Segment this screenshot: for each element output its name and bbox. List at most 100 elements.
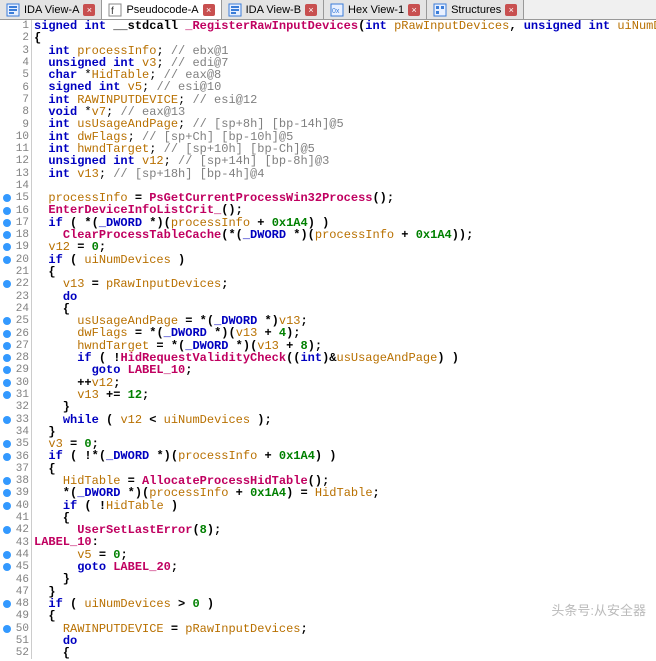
gutter-row[interactable]: 15	[0, 192, 31, 204]
code-line[interactable]: goto LABEL_10;	[34, 364, 656, 376]
code-line[interactable]: v13 = pRawInputDevices;	[34, 278, 656, 290]
code-line[interactable]: do	[34, 635, 656, 647]
breakpoint-dot[interactable]	[3, 354, 11, 362]
gutter-row[interactable]: 46	[0, 573, 31, 585]
code-line[interactable]: do	[34, 291, 656, 303]
gutter-row[interactable]: 25	[0, 315, 31, 327]
breakpoint-dot[interactable]	[3, 551, 11, 559]
code-line[interactable]: }	[34, 426, 656, 438]
code-line[interactable]: int v13; // [sp+18h] [bp-4h]@4	[34, 168, 656, 180]
code-line[interactable]: goto LABEL_20;	[34, 561, 656, 573]
gutter-row[interactable]: 22	[0, 278, 31, 290]
breakpoint-dot[interactable]	[3, 194, 11, 202]
gutter-row[interactable]: 19	[0, 241, 31, 253]
gutter-row[interactable]: 47	[0, 586, 31, 598]
breakpoint-dot[interactable]	[3, 366, 11, 374]
breakpoint-dot[interactable]	[3, 489, 11, 497]
breakpoint-dot[interactable]	[3, 219, 11, 227]
breakpoint-dot[interactable]	[3, 625, 11, 633]
code-line[interactable]: ClearProcessTableCache(*(_DWORD *)(proce…	[34, 229, 656, 241]
gutter-row[interactable]: 39	[0, 487, 31, 499]
close-icon[interactable]: ×	[505, 4, 517, 16]
gutter-row[interactable]: 4	[0, 57, 31, 69]
gutter-row[interactable]: 41	[0, 512, 31, 524]
gutter-row[interactable]: 10	[0, 131, 31, 143]
close-icon[interactable]: ×	[203, 4, 215, 16]
code-line[interactable]: UserSetLastError(8);	[34, 524, 656, 536]
tab-ida-view-a[interactable]: IDA View-A×	[0, 0, 102, 19]
gutter-row[interactable]: 44	[0, 549, 31, 561]
gutter-row[interactable]: 40	[0, 500, 31, 512]
code-line[interactable]: {	[34, 647, 656, 659]
gutter-row[interactable]: 14	[0, 180, 31, 192]
gutter-row[interactable]: 9	[0, 118, 31, 130]
breakpoint-dot[interactable]	[3, 502, 11, 510]
code-line[interactable]: if ( uiNumDevices )	[34, 254, 656, 266]
gutter-row[interactable]: 16	[0, 204, 31, 216]
breakpoint-dot[interactable]	[3, 379, 11, 387]
gutter-row[interactable]: 49	[0, 610, 31, 622]
breakpoint-dot[interactable]	[3, 416, 11, 424]
tab-hex-view-1[interactable]: 0xHex View-1×	[324, 0, 427, 19]
breakpoint-dot[interactable]	[3, 563, 11, 571]
gutter-row[interactable]: 27	[0, 340, 31, 352]
code-line[interactable]: v13 += 12;	[34, 389, 656, 401]
gutter-row[interactable]: 34	[0, 426, 31, 438]
gutter-row[interactable]: 18	[0, 229, 31, 241]
gutter-row[interactable]: 30	[0, 377, 31, 389]
close-icon[interactable]: ×	[305, 4, 317, 16]
gutter-row[interactable]: 37	[0, 463, 31, 475]
gutter-row[interactable]: 29	[0, 364, 31, 376]
gutter-row[interactable]: 23	[0, 291, 31, 303]
gutter-row[interactable]: 21	[0, 266, 31, 278]
gutter-row[interactable]: 7	[0, 94, 31, 106]
gutter-row[interactable]: 33	[0, 414, 31, 426]
gutter-row[interactable]: 20	[0, 254, 31, 266]
gutter-row[interactable]: 42	[0, 524, 31, 536]
gutter-row[interactable]: 32	[0, 401, 31, 413]
gutter-row[interactable]: 6	[0, 81, 31, 93]
gutter-row[interactable]: 38	[0, 475, 31, 487]
gutter-row[interactable]: 17	[0, 217, 31, 229]
gutter-row[interactable]: 5	[0, 69, 31, 81]
gutter-row[interactable]: 50	[0, 623, 31, 635]
breakpoint-dot[interactable]	[3, 330, 11, 338]
breakpoint-dot[interactable]	[3, 342, 11, 350]
tab-pseudocode-a[interactable]: fPseudocode-A×	[102, 0, 221, 19]
close-icon[interactable]: ×	[408, 4, 420, 16]
close-icon[interactable]: ×	[83, 4, 95, 16]
breakpoint-dot[interactable]	[3, 243, 11, 251]
gutter-row[interactable]: 45	[0, 561, 31, 573]
gutter-row[interactable]: 52	[0, 647, 31, 659]
breakpoint-dot[interactable]	[3, 231, 11, 239]
tab-ida-view-b[interactable]: IDA View-B×	[222, 0, 324, 19]
breakpoint-dot[interactable]	[3, 440, 11, 448]
gutter-row[interactable]: 12	[0, 155, 31, 167]
gutter-row[interactable]: 26	[0, 327, 31, 339]
gutter-row[interactable]: 24	[0, 303, 31, 315]
gutter-row[interactable]: 43	[0, 536, 31, 548]
code-line[interactable]: if ( !HidTable )	[34, 500, 656, 512]
breakpoint-dot[interactable]	[3, 317, 11, 325]
code-line[interactable]: while ( v12 < uiNumDevices );	[34, 414, 656, 426]
code-line[interactable]: RAWINPUTDEVICE = pRawInputDevices;	[34, 623, 656, 635]
gutter-row[interactable]: 48	[0, 598, 31, 610]
gutter-row[interactable]: 13	[0, 168, 31, 180]
gutter-row[interactable]: 2	[0, 32, 31, 44]
gutter-row[interactable]: 35	[0, 438, 31, 450]
breakpoint-dot[interactable]	[3, 477, 11, 485]
gutter-row[interactable]: 36	[0, 450, 31, 462]
gutter-row[interactable]: 8	[0, 106, 31, 118]
tab-structures[interactable]: Structures×	[427, 0, 524, 19]
breakpoint-dot[interactable]	[3, 207, 11, 215]
gutter-row[interactable]: 51	[0, 635, 31, 647]
breakpoint-dot[interactable]	[3, 526, 11, 534]
gutter-row[interactable]: 31	[0, 389, 31, 401]
code-line[interactable]: if ( !*(_DWORD *)(processInfo + 0x1A4) )	[34, 450, 656, 462]
breakpoint-dot[interactable]	[3, 600, 11, 608]
code-line[interactable]: signed int __stdcall _RegisterRawInputDe…	[34, 20, 656, 32]
breakpoint-dot[interactable]	[3, 391, 11, 399]
code-line[interactable]: }	[34, 573, 656, 585]
breakpoint-dot[interactable]	[3, 280, 11, 288]
breakpoint-dot[interactable]	[3, 256, 11, 264]
